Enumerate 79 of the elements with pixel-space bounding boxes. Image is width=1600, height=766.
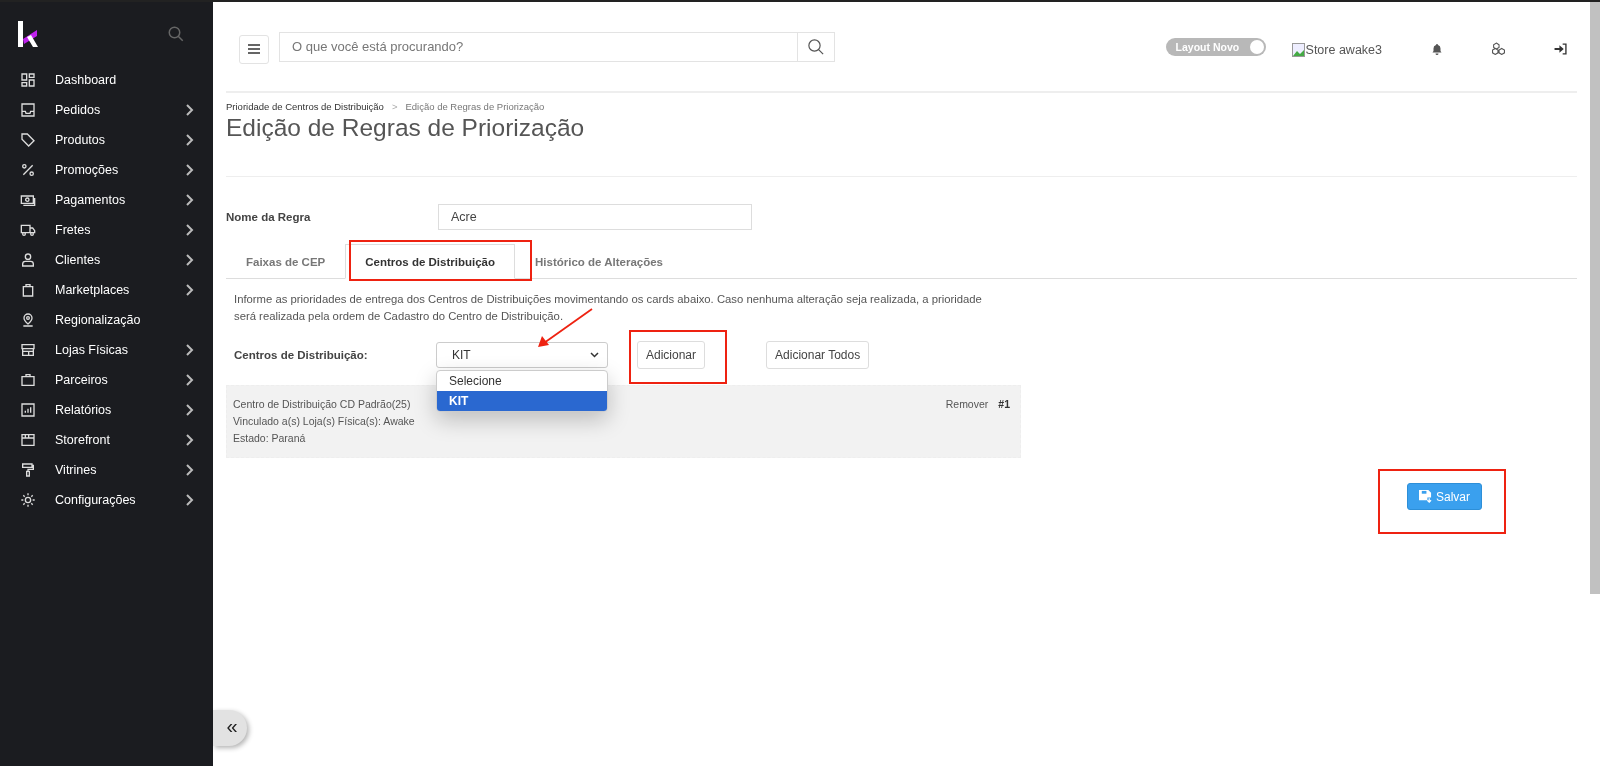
remove-link[interactable]: Remover bbox=[945, 396, 989, 413]
sidebar-item[interactable]: Vitrines bbox=[0, 455, 213, 485]
menu-icon bbox=[248, 44, 260, 54]
chevron-right-icon bbox=[185, 434, 195, 446]
grid-icon bbox=[20, 72, 36, 88]
chevron-right-icon bbox=[185, 494, 195, 506]
sidebar-item[interactable]: Produtos bbox=[0, 125, 213, 155]
tab[interactable]: Faixas de CEP bbox=[226, 244, 346, 279]
tab[interactable]: Histórico de Alterações bbox=[515, 244, 684, 279]
sidebar-item[interactable]: Promoções bbox=[0, 155, 213, 185]
percent-icon bbox=[20, 162, 36, 178]
scrollbar[interactable] bbox=[1590, 2, 1600, 594]
chevron-right-icon bbox=[185, 344, 195, 356]
sidebar-item[interactable]: Pagamentos bbox=[0, 185, 213, 215]
chevron-right-icon bbox=[185, 194, 195, 206]
search-button[interactable] bbox=[798, 31, 835, 62]
bag-icon bbox=[20, 282, 36, 298]
sidebar-item[interactable]: Parceiros bbox=[0, 365, 213, 395]
search-icon[interactable] bbox=[167, 25, 185, 43]
collapse-sidebar-button[interactable]: « bbox=[213, 710, 247, 746]
tag-icon bbox=[20, 132, 36, 148]
sidebar-item[interactable]: Configurações bbox=[0, 485, 213, 515]
save-icon bbox=[1419, 490, 1432, 503]
search-field[interactable]: O que você está procurando? bbox=[279, 31, 798, 62]
caret-icon bbox=[590, 352, 599, 358]
broken-image-icon bbox=[1291, 42, 1305, 57]
gear-icon bbox=[20, 492, 36, 508]
field-label: Nome da Regra bbox=[226, 211, 312, 223]
cubes-icon[interactable] bbox=[1492, 42, 1505, 55]
breadcrumb-link[interactable]: Prioridade de Centros de Distribuição bbox=[226, 101, 384, 112]
store-icon bbox=[20, 342, 36, 358]
report-chart-icon bbox=[20, 402, 36, 418]
storefront-icon bbox=[20, 432, 36, 448]
page-title: Edição de Regras de Priorização bbox=[226, 114, 1577, 177]
chevron-right-icon bbox=[185, 164, 195, 176]
description-text: Informe as prioridades de entrega dos Centros de Distribuições movimentando os cards abaixo. Caso nenhuma alteração seja realizada, a prioridade será realizada pela ordem de Cadastro do Centro de Distribuição. bbox=[234, 292, 983, 324]
briefcase-icon bbox=[20, 372, 36, 388]
bell-icon[interactable] bbox=[1431, 42, 1443, 55]
sidebar-item[interactable]: Regionalização bbox=[0, 305, 213, 335]
paint-roller-icon bbox=[20, 462, 36, 478]
tab[interactable]: Centros de Distribuição bbox=[345, 244, 515, 279]
add-button[interactable]: Adicionar bbox=[637, 341, 706, 369]
chevron-right-icon bbox=[185, 254, 195, 266]
dropdown-option[interactable]: KIT bbox=[437, 391, 607, 411]
sidebar-item[interactable]: Clientes bbox=[0, 245, 213, 275]
chevron-right-icon bbox=[185, 134, 195, 146]
distribution-center-select[interactable]: KIT bbox=[436, 342, 608, 368]
chevron-right-icon bbox=[185, 374, 195, 386]
chevron-right-icon bbox=[185, 104, 195, 116]
truck-icon bbox=[20, 222, 36, 238]
location-pin-icon bbox=[20, 312, 36, 328]
card-text: Vinculado a(s) Loja(s) Física(s): Awake bbox=[233, 414, 415, 429]
priority-number: #1 bbox=[998, 397, 1010, 412]
sign-in-icon[interactable] bbox=[1554, 42, 1567, 55]
sidebar-item[interactable]: Relatórios bbox=[0, 395, 213, 425]
breadcrumb-current: Edição de Regras de Priorização bbox=[405, 101, 545, 112]
menu-button[interactable] bbox=[239, 34, 269, 64]
chevron-right-icon bbox=[185, 224, 195, 236]
money-icon bbox=[20, 192, 36, 208]
inbox-icon bbox=[20, 102, 36, 118]
logo-icon[interactable] bbox=[18, 21, 38, 47]
sidebar-item[interactable]: Dashboard bbox=[0, 65, 213, 95]
rule-name-field[interactable]: Acre bbox=[438, 204, 752, 230]
sidebar-item[interactable]: Marketplaces bbox=[0, 275, 213, 305]
person-icon bbox=[20, 252, 36, 268]
breadcrumb-separator: > bbox=[391, 101, 398, 112]
sidebar-item[interactable]: Storefront bbox=[0, 425, 213, 455]
add-all-button[interactable]: Adicionar Todos bbox=[766, 341, 870, 369]
search-icon bbox=[807, 37, 825, 56]
sidebar-item[interactable]: Fretes bbox=[0, 215, 213, 245]
chevron-right-icon bbox=[185, 404, 195, 416]
sidebar-item[interactable]: Lojas Físicas bbox=[0, 335, 213, 365]
field-label: Centros de Distribuição: bbox=[234, 349, 369, 361]
store-image-alt-text: Store awake3 bbox=[1305, 42, 1382, 57]
sidebar-item[interactable]: Pedidos bbox=[0, 95, 213, 125]
chevron-right-icon bbox=[185, 284, 195, 296]
chevron-right-icon bbox=[185, 464, 195, 476]
card-text: Centro de Distribuição CD Padrão(25) bbox=[233, 397, 412, 412]
card-text: Estado: Paraná bbox=[233, 431, 307, 446]
